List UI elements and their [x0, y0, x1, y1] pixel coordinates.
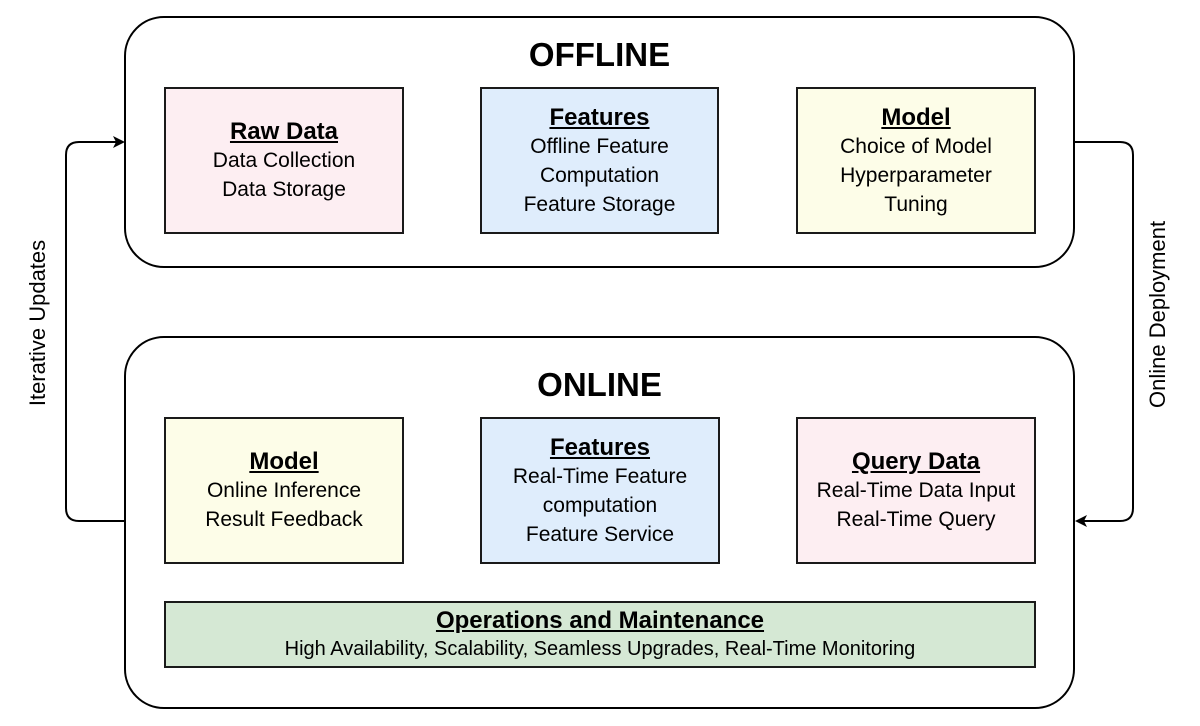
box-line: Data Storage: [222, 178, 346, 201]
online-deployment-connector: [1074, 141, 1134, 527]
box-line: computation: [542, 493, 658, 517]
box-heading: Query Data: [851, 448, 981, 475]
box-heading: Model: [249, 448, 319, 475]
offline-title: OFFLINE: [528, 36, 671, 73]
offline-model-box: Model Choice of Model Hyperparameter Tun…: [796, 87, 1036, 234]
box-line: Real-Time Feature: [512, 464, 688, 488]
online-features-box: Features Real-Time Feature computation F…: [480, 417, 720, 564]
operations-maintenance-box: Operations and Maintenance High Availabi…: [164, 601, 1036, 668]
box-line: Data Collection: [212, 149, 356, 172]
box-line: Result Feedback: [205, 508, 363, 531]
box-line: Offline Feature: [530, 134, 669, 158]
online-model-box: Model Online Inference Result Feedback: [164, 417, 404, 564]
online-title: ONLINE: [537, 366, 662, 403]
query-data-box: Query Data Real-Time Data Input Real-Tim…: [796, 417, 1036, 564]
box-line: Real-Time Query: [836, 508, 996, 531]
iterative-updates-label: Iterative Updates: [25, 239, 50, 407]
box-line: Online Inference: [206, 479, 362, 502]
box-line: Feature Service: [525, 522, 675, 546]
raw-data-box: Raw Data Data Collection Data Storage: [164, 87, 404, 234]
box-line: Hyperparameter: [840, 163, 992, 187]
offline-features-box: Features Offline Feature Computation Fea…: [480, 87, 719, 234]
online-deployment-label: Online Deployment: [1145, 220, 1170, 408]
ml-pipeline-diagram: OFFLINE Raw Data Data Collection Data St…: [0, 0, 1200, 726]
box-line: High Availability, Scalability, Seamless…: [284, 637, 916, 660]
box-heading: Raw Data: [229, 118, 339, 145]
box-heading: Features: [549, 433, 651, 461]
iterative-updates-connector: [65, 136, 125, 522]
box-heading: Operations and Maintenance: [435, 606, 765, 634]
box-line: Real-Time Data Input: [816, 479, 1016, 502]
box-line: Computation: [539, 163, 660, 187]
box-line: Feature Storage: [523, 192, 676, 216]
box-line: Choice of Model: [840, 134, 992, 158]
box-line: Tuning: [884, 192, 948, 216]
box-heading: Features: [549, 103, 650, 131]
box-heading: Model: [881, 103, 951, 131]
